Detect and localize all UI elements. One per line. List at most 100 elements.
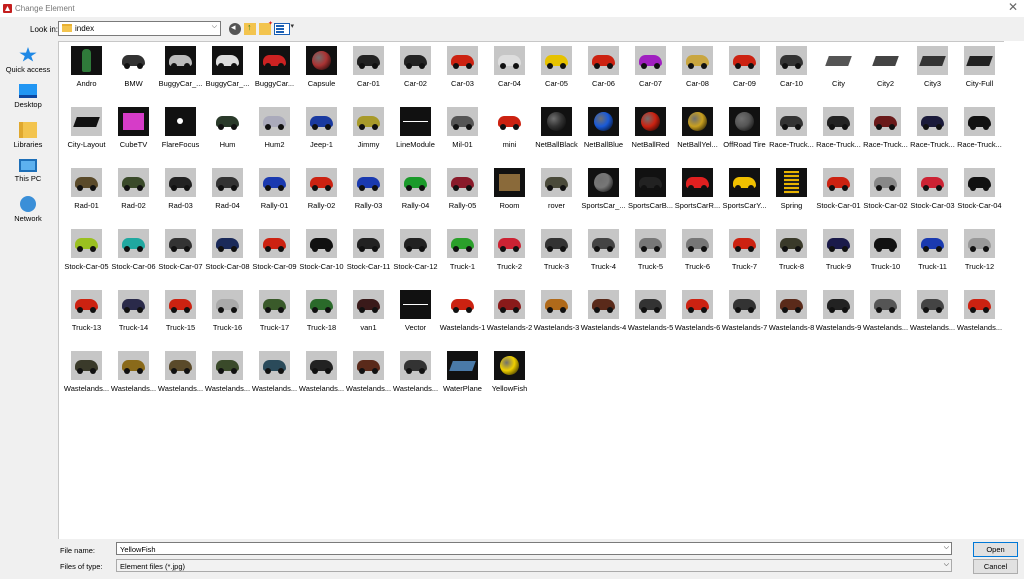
cancel-button[interactable]: Cancel (973, 559, 1018, 574)
file-item[interactable]: Race-Truck... (768, 105, 815, 166)
file-item[interactable]: Andro (63, 44, 110, 105)
file-item[interactable]: Truck-18 (298, 288, 345, 349)
file-item[interactable]: Race-Truck... (956, 105, 1003, 166)
file-type-select[interactable]: Element files (*.jpg) ⌵ (116, 559, 952, 572)
file-item[interactable]: YellowFish (486, 349, 533, 410)
file-item[interactable]: Truck-1 (439, 227, 486, 288)
file-item[interactable]: Hum2 (251, 105, 298, 166)
file-name-input[interactable]: YellowFish ⌵ (116, 542, 952, 555)
file-item[interactable]: Truck-7 (721, 227, 768, 288)
sidebar-item-desktop[interactable]: Desktop (0, 84, 56, 109)
up-folder-icon[interactable] (244, 22, 256, 35)
file-item[interactable]: Stock-Car-10 (298, 227, 345, 288)
file-item[interactable]: Rally-02 (298, 166, 345, 227)
file-item[interactable]: Wastelands... (345, 349, 392, 410)
file-item[interactable]: mini (486, 105, 533, 166)
file-item[interactable]: City-Layout (63, 105, 110, 166)
file-item[interactable]: Truck-4 (580, 227, 627, 288)
sidebar-item-libraries[interactable]: Libraries (0, 122, 56, 149)
file-item[interactable]: Car-01 (345, 44, 392, 105)
file-item[interactable]: Stock-Car-01 (815, 166, 862, 227)
file-item[interactable]: Rally-05 (439, 166, 486, 227)
file-item[interactable]: Car-10 (768, 44, 815, 105)
file-item[interactable]: Stock-Car-04 (956, 166, 1003, 227)
file-item[interactable]: WaterPlane (439, 349, 486, 410)
file-item[interactable]: Wastelands... (956, 288, 1003, 349)
file-item[interactable]: NetBallYel... (674, 105, 721, 166)
file-item[interactable]: SportsCarB... (627, 166, 674, 227)
file-item[interactable]: Wastelands-3 (533, 288, 580, 349)
file-item[interactable]: Vector (392, 288, 439, 349)
file-item[interactable]: Truck-17 (251, 288, 298, 349)
file-item[interactable]: Truck-5 (627, 227, 674, 288)
file-item[interactable]: Truck-6 (674, 227, 721, 288)
file-item[interactable]: Hum (204, 105, 251, 166)
file-item[interactable]: BuggyCar_... (204, 44, 251, 105)
file-item[interactable]: Car-08 (674, 44, 721, 105)
file-item[interactable]: Rally-03 (345, 166, 392, 227)
file-item[interactable]: NetBallBlack (533, 105, 580, 166)
file-item[interactable]: Wastelands... (63, 349, 110, 410)
file-item[interactable]: Car-03 (439, 44, 486, 105)
file-item[interactable]: Car-09 (721, 44, 768, 105)
file-item[interactable]: Truck-14 (110, 288, 157, 349)
file-item[interactable]: van1 (345, 288, 392, 349)
file-item[interactable]: Rad-03 (157, 166, 204, 227)
file-item[interactable]: SportsCar_... (580, 166, 627, 227)
file-item[interactable]: Truck-13 (63, 288, 110, 349)
file-item[interactable]: Truck-12 (956, 227, 1003, 288)
file-item[interactable]: Truck-9 (815, 227, 862, 288)
file-item[interactable]: Wastelands-2 (486, 288, 533, 349)
file-item[interactable]: Jimmy (345, 105, 392, 166)
file-item[interactable]: Rad-04 (204, 166, 251, 227)
file-item[interactable]: City2 (862, 44, 909, 105)
file-item[interactable]: LineModule (392, 105, 439, 166)
file-item[interactable]: Truck-2 (486, 227, 533, 288)
file-item[interactable]: Stock-Car-12 (392, 227, 439, 288)
file-item[interactable]: Car-06 (580, 44, 627, 105)
file-item[interactable]: Jeep-1 (298, 105, 345, 166)
look-in-dropdown[interactable]: index ⌵ (58, 21, 221, 36)
file-item[interactable]: Capsule (298, 44, 345, 105)
file-item[interactable]: Wastelands... (110, 349, 157, 410)
file-item[interactable]: rover (533, 166, 580, 227)
file-item[interactable]: Race-Truck... (815, 105, 862, 166)
file-item[interactable]: Wastelands... (392, 349, 439, 410)
file-item[interactable]: Car-04 (486, 44, 533, 105)
file-item[interactable]: City-Full (956, 44, 1003, 105)
file-item[interactable]: Wastelands... (251, 349, 298, 410)
view-menu-icon[interactable] (274, 22, 294, 35)
file-item[interactable]: Wastelands-6 (674, 288, 721, 349)
file-item[interactable]: Stock-Car-05 (63, 227, 110, 288)
file-item[interactable]: BuggyCar_... (157, 44, 204, 105)
file-item[interactable]: BuggyCar... (251, 44, 298, 105)
back-icon[interactable] (229, 22, 241, 35)
file-item[interactable]: Wastelands-8 (768, 288, 815, 349)
file-item[interactable]: FlareFocus (157, 105, 204, 166)
file-item[interactable]: Stock-Car-02 (862, 166, 909, 227)
sidebar-item-quick-access[interactable]: Quick access (0, 47, 56, 74)
file-item[interactable]: Truck-3 (533, 227, 580, 288)
file-item[interactable]: BMW (110, 44, 157, 105)
file-item[interactable]: Room (486, 166, 533, 227)
file-item[interactable]: Stock-Car-11 (345, 227, 392, 288)
file-item[interactable]: Car-07 (627, 44, 674, 105)
file-item[interactable]: Stock-Car-09 (251, 227, 298, 288)
file-item[interactable]: Rally-01 (251, 166, 298, 227)
file-item[interactable]: SportsCarR... (674, 166, 721, 227)
file-item[interactable]: Rad-01 (63, 166, 110, 227)
file-item[interactable]: CubeTV (110, 105, 157, 166)
file-item[interactable]: Car-02 (392, 44, 439, 105)
file-item[interactable]: Stock-Car-08 (204, 227, 251, 288)
file-item[interactable]: Wastelands... (909, 288, 956, 349)
file-item[interactable]: Spring (768, 166, 815, 227)
file-item[interactable]: OffRoad Tire (721, 105, 768, 166)
file-item[interactable]: Stock-Car-06 (110, 227, 157, 288)
file-item[interactable]: Truck-11 (909, 227, 956, 288)
open-button[interactable]: Open (973, 542, 1018, 557)
file-item[interactable]: Wastelands-7 (721, 288, 768, 349)
file-item[interactable]: Wastelands... (157, 349, 204, 410)
file-item[interactable]: Rad-02 (110, 166, 157, 227)
file-item[interactable]: Wastelands... (862, 288, 909, 349)
file-item[interactable]: Car-05 (533, 44, 580, 105)
